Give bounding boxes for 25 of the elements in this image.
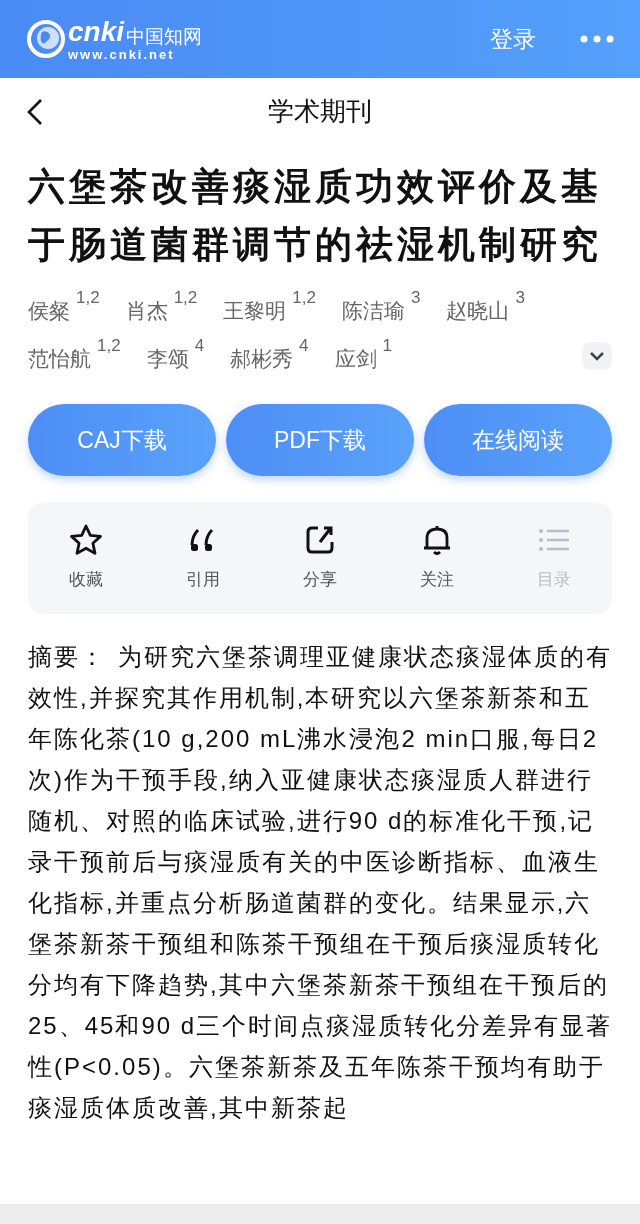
abstract-text: 摘要： 为研究六堡茶调理亚健康状态痰湿体质的有效性,并探究其作用机制,本研究以六堡茶新茶和五年陈化茶(10 g,200 mL沸水浸泡2 min口服,每日2次)作为干预手段,纳入亚健康状态痰湿质人群进行随机、对照的临床试验,进行90 d的标准化干预,记录干预前后与痰湿质有关的中医诊断指标、血液生化指标,并重点分析肠道菌群的变化。结果显示,六堡茶新茶干预组和陈茶干预组在干预后痰湿质转化分均有下降趋势,其中六堡茶新茶干预组在干预后的25、45和90 d三个时间点痰湿质转化分差异有显著性(P<0.05)。六堡茶新茶及五年陈茶干预均有助于痰湿质体质改善,其中新茶起	[28, 642, 614, 1123]
toolbar-item[interactable]: 收藏	[28, 523, 145, 593]
author-name[interactable]: 范怡航 1,2	[28, 336, 121, 374]
author-name[interactable]: 郝彬秀 4	[230, 336, 309, 374]
logo-wordmark: cnki	[68, 17, 125, 46]
author-name[interactable]: 赵晓山 3	[446, 288, 525, 336]
author-name[interactable]: 李颂 4	[146, 336, 205, 374]
globe-icon	[26, 19, 66, 59]
author-name[interactable]: 肖杰 1,2	[125, 288, 198, 336]
author-name[interactable]: 侯粲 1,2	[28, 288, 100, 336]
star-icon[interactable]	[68, 523, 105, 558]
toolbar-item[interactable]: 引用	[144, 523, 262, 593]
article-title: 六堡茶改善痰湿质功效评价及基于肠道菌群调节的祛湿机制研究	[28, 165, 603, 267]
toolbar-item[interactable]: 分享	[261, 523, 379, 593]
page-title: 学术期刊	[268, 94, 372, 128]
author-name[interactable]: 王黎明 1,2	[223, 288, 316, 336]
author-name[interactable]: 应剑 1	[334, 336, 393, 374]
expand-button[interactable]	[582, 342, 612, 370]
logo-url: www.cnki.net	[68, 47, 176, 61]
author-name[interactable]: 陈洁瑜 3	[341, 288, 421, 336]
more-icon[interactable]	[580, 35, 614, 43]
back-icon[interactable]	[26, 98, 44, 126]
caret-icon[interactable]	[589, 351, 605, 361]
logo-name: 中国知网	[126, 26, 203, 46]
toolbar-item[interactable]: 关注	[378, 523, 496, 593]
